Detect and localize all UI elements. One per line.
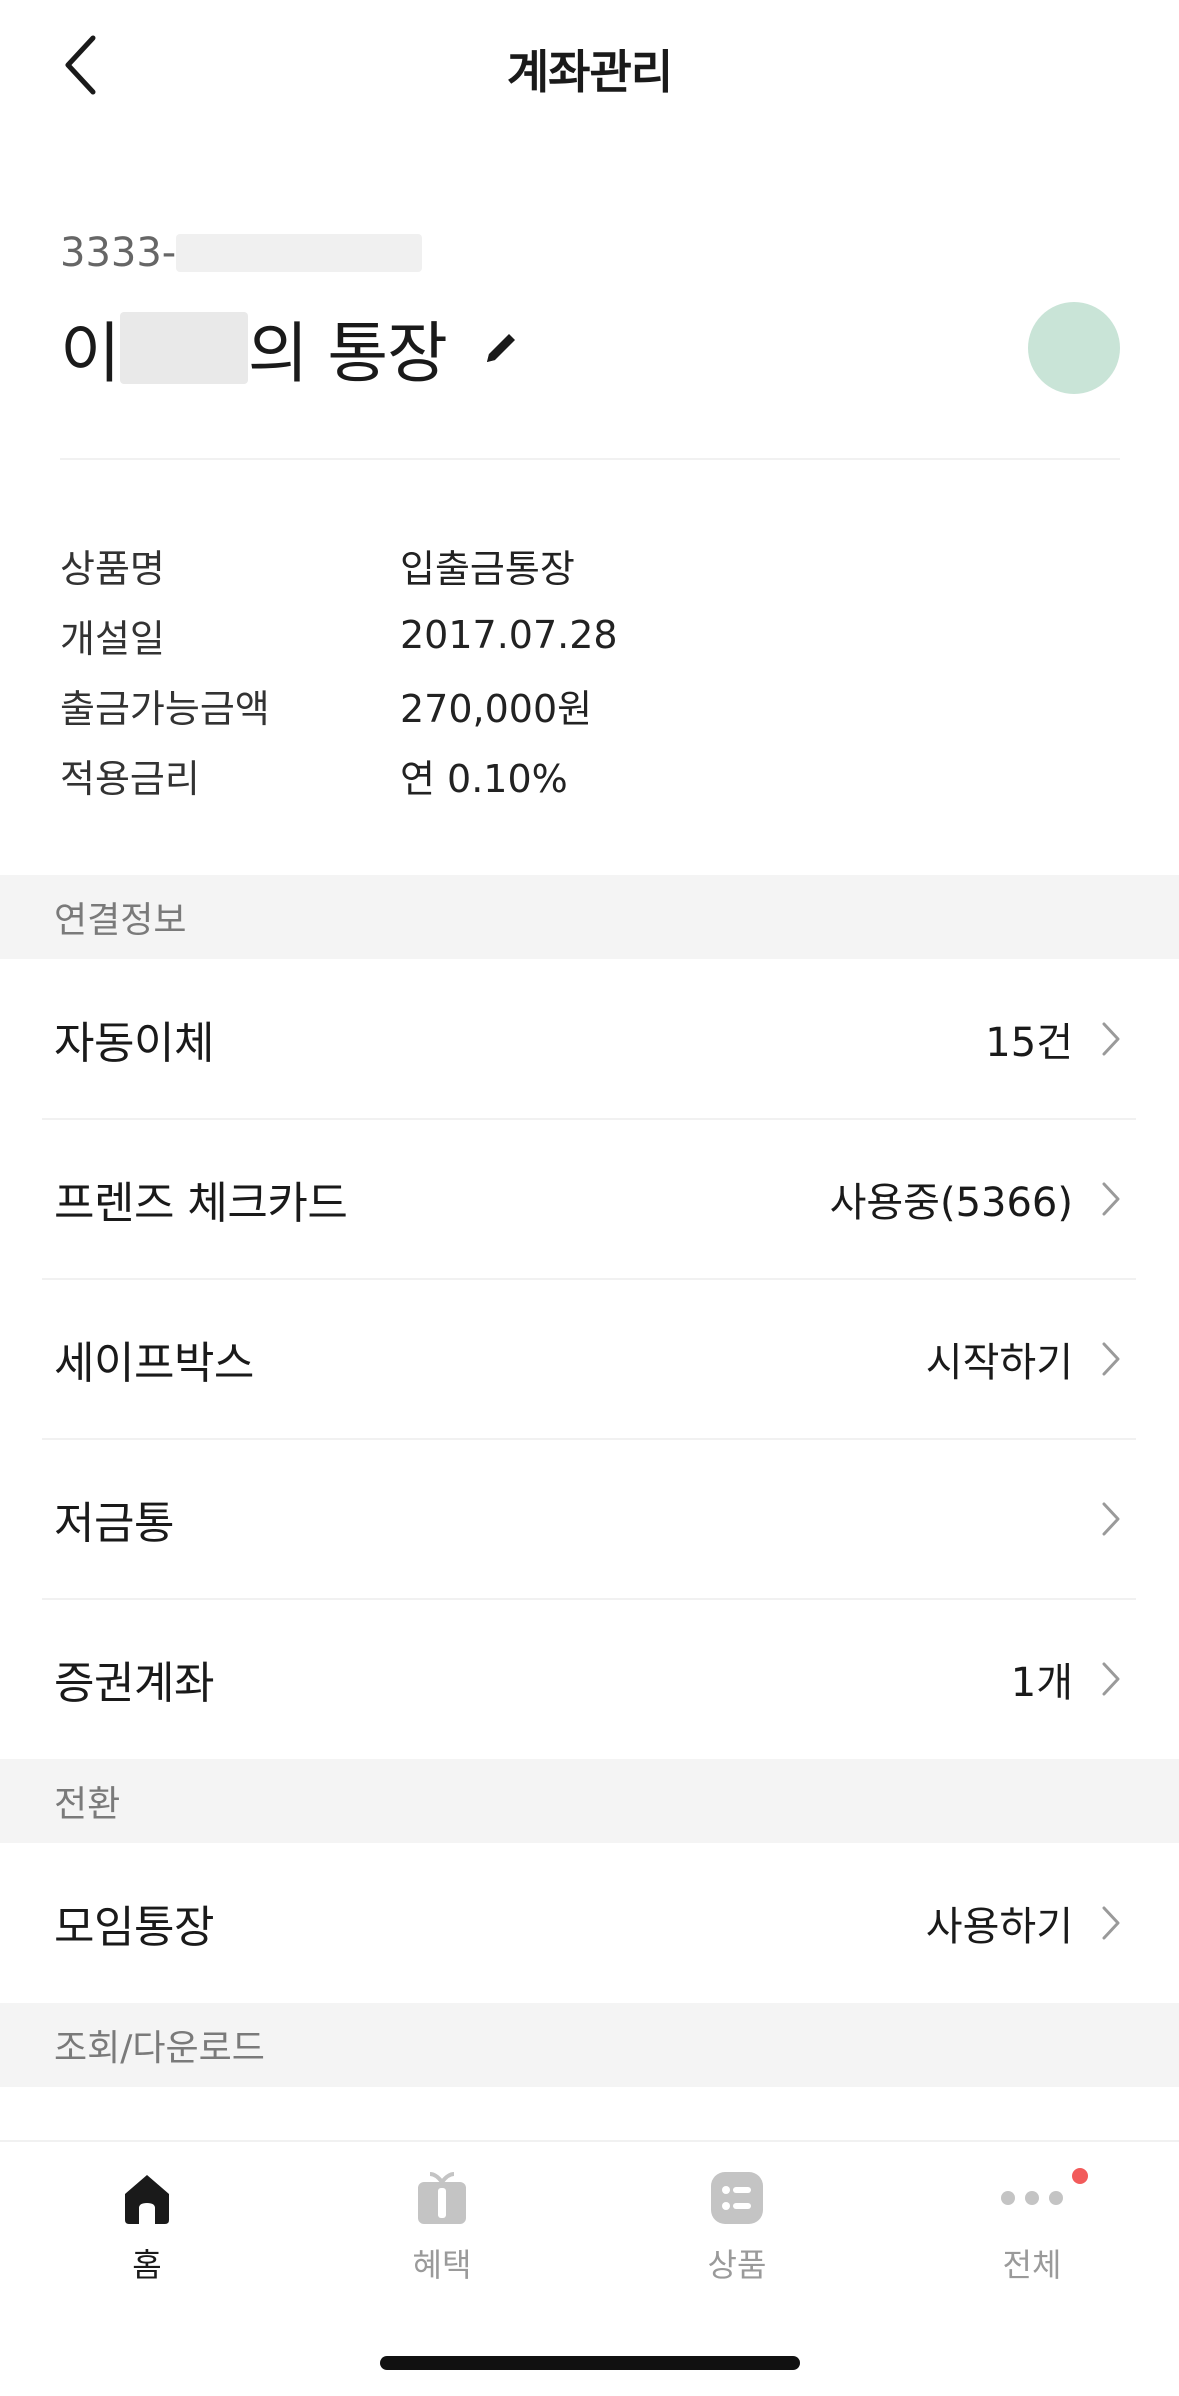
row-value: 1개	[1010, 1660, 1073, 1706]
row-value: 15건	[985, 1020, 1073, 1066]
chevron-right-icon	[1097, 1179, 1125, 1219]
chevron-right-icon	[1097, 1499, 1125, 1539]
row-label: 세이프박스	[54, 1338, 254, 1389]
gift-icon	[418, 2172, 466, 2224]
chevron-right-icon	[1097, 1019, 1125, 1059]
masked-account-digits	[176, 234, 423, 272]
tab-home[interactable]: 홈	[47, 2170, 247, 2286]
info-label: 출금가능금액	[60, 686, 270, 731]
row-label: 증권계좌	[54, 1658, 214, 1709]
account-number-prefix: 3333-	[60, 230, 177, 276]
divider	[60, 458, 1120, 460]
masked-owner-name	[119, 312, 248, 384]
row-value: 사용중(5366)	[829, 1180, 1073, 1226]
info-row: 출금가능금액 270,000원	[60, 670, 1120, 740]
info-row: 개설일 2017.07.28	[60, 600, 1120, 670]
row-label: 프렌즈 체크카드	[54, 1178, 348, 1229]
list-item-group-account[interactable]: 모임통장 사용하기	[0, 1843, 1179, 2003]
tab-benefits[interactable]: 혜택	[342, 2170, 542, 2286]
row-label: 저금통	[54, 1498, 174, 1549]
tab-label: 상품	[707, 2246, 767, 2284]
more-icon	[1001, 2191, 1063, 2205]
chevron-right-icon	[1097, 1339, 1125, 1379]
info-row: 적용금리 연 0.10%	[60, 740, 1120, 810]
account-number: 3333-	[60, 230, 423, 276]
list-item-piggy-bank[interactable]: 저금통	[0, 1439, 1179, 1599]
tab-products[interactable]: 상품	[637, 2170, 837, 2286]
account-name-prefix: 이	[60, 315, 121, 392]
tab-label: 홈	[132, 2246, 162, 2284]
section-header-linked: 연결정보	[0, 875, 1179, 959]
header: 계좌관리	[0, 0, 1179, 132]
page-title: 계좌관리	[506, 45, 673, 99]
row-value: 시작하기	[925, 1340, 1073, 1386]
list-item-securities-account[interactable]: 증권계좌 1개	[0, 1599, 1179, 1759]
tab-all[interactable]: 전체	[932, 2168, 1132, 2286]
chevron-right-icon	[1097, 1903, 1125, 1943]
home-icon	[125, 2175, 169, 2224]
info-label: 적용금리	[60, 756, 200, 801]
edit-name-button[interactable]	[481, 328, 521, 368]
row-label: 자동이체	[54, 1018, 214, 1069]
info-label: 개설일	[60, 616, 165, 661]
section-header-convert: 전환	[0, 1759, 1179, 1843]
info-value: 입출금통장	[400, 546, 575, 591]
info-value: 연 0.10%	[400, 756, 568, 801]
pencil-icon	[486, 334, 515, 362]
account-info: 상품명 입출금통장 개설일 2017.07.28 출금가능금액 270,000원…	[60, 530, 1120, 810]
notification-badge	[1072, 2168, 1088, 2184]
row-label: 모임통장	[54, 1902, 214, 1953]
list-item-check-card[interactable]: 프렌즈 체크카드 사용중(5366)	[0, 1119, 1179, 1279]
info-value: 270,000원	[400, 686, 593, 731]
tab-label: 전체	[1002, 2246, 1062, 2284]
list-item-safebox[interactable]: 세이프박스 시작하기	[0, 1279, 1179, 1439]
account-name-suffix: 의 통장	[247, 315, 448, 392]
account-profile-avatar[interactable]	[1028, 302, 1120, 394]
row-value: 사용하기	[925, 1904, 1073, 1950]
section-header-lookup: 조회/다운로드	[0, 2003, 1179, 2087]
home-indicator[interactable]	[380, 2356, 800, 2370]
list-item-auto-transfer[interactable]: 자동이체 15건	[0, 959, 1179, 1119]
chevron-right-icon	[1097, 1659, 1125, 1699]
account-name: 이 의 통장	[60, 300, 521, 396]
tab-label: 혜택	[412, 2246, 472, 2284]
info-value: 2017.07.28	[400, 613, 618, 657]
info-row: 상품명 입출금통장	[60, 530, 1120, 600]
list-icon	[711, 2172, 763, 2224]
info-label: 상품명	[60, 546, 165, 591]
